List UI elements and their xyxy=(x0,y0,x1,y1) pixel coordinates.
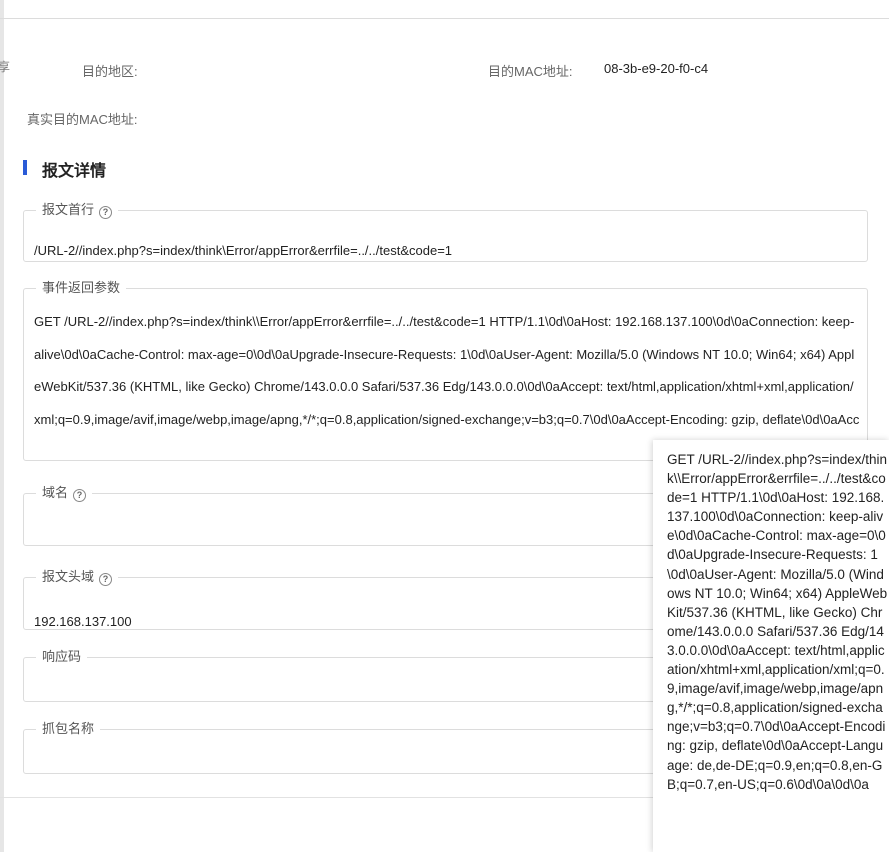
first-line-legend: 报文首行? xyxy=(36,202,118,219)
help-icon[interactable]: ? xyxy=(99,573,113,586)
event-params-label: 事件返回参数 xyxy=(42,280,121,295)
dest-mac-label: 目的MAC地址: xyxy=(488,64,573,79)
capture-name-legend: 抓包名称 xyxy=(36,721,100,737)
help-icon[interactable]: ? xyxy=(99,206,113,219)
event-params-legend: 事件返回参数 xyxy=(36,280,126,296)
section-accent-bar xyxy=(23,160,27,175)
event-params-tooltip: GET /URL-2//index.php?s=index/think\\Err… xyxy=(653,440,889,852)
header-field-value[interactable]: 192.168.137.100 xyxy=(34,614,132,629)
top-divider xyxy=(0,18,889,19)
tooltip-text: GET /URL-2//index.php?s=index/think\\Err… xyxy=(667,452,888,792)
first-line-value[interactable]: /URL-2//index.php?s=index/think\Error/ap… xyxy=(34,243,452,258)
section-title: 报文详情 xyxy=(42,163,107,180)
dest-mac-value: 08-3b-e9-20-f0-c4 xyxy=(604,61,709,76)
real-dest-mac-label: 真实目的MAC地址: xyxy=(27,112,138,127)
domain-label: 域名 xyxy=(42,485,69,500)
left-panel-edge xyxy=(0,0,4,852)
header-field-label: 报文头域 xyxy=(42,569,95,584)
left-panel-edge-text: 享 xyxy=(0,60,11,74)
event-params-field: 事件返回参数 GET /URL-2//index.php?s=index/thi… xyxy=(23,280,868,461)
header-field-legend: 报文头域? xyxy=(36,569,118,586)
help-icon[interactable]: ? xyxy=(73,489,87,502)
capture-name-label: 抓包名称 xyxy=(42,721,95,736)
event-params-value[interactable]: GET /URL-2//index.php?s=index/think\\Err… xyxy=(34,306,860,439)
bottom-divider xyxy=(0,797,660,798)
response-code-legend: 响应码 xyxy=(36,649,87,665)
first-line-label: 报文首行 xyxy=(42,202,95,217)
response-code-label: 响应码 xyxy=(42,649,82,664)
dest-region-label: 目的地区: xyxy=(82,64,138,79)
first-line-field: 报文首行? /URL-2//index.php?s=index/think\Er… xyxy=(23,202,868,262)
domain-legend: 域名? xyxy=(36,485,92,502)
